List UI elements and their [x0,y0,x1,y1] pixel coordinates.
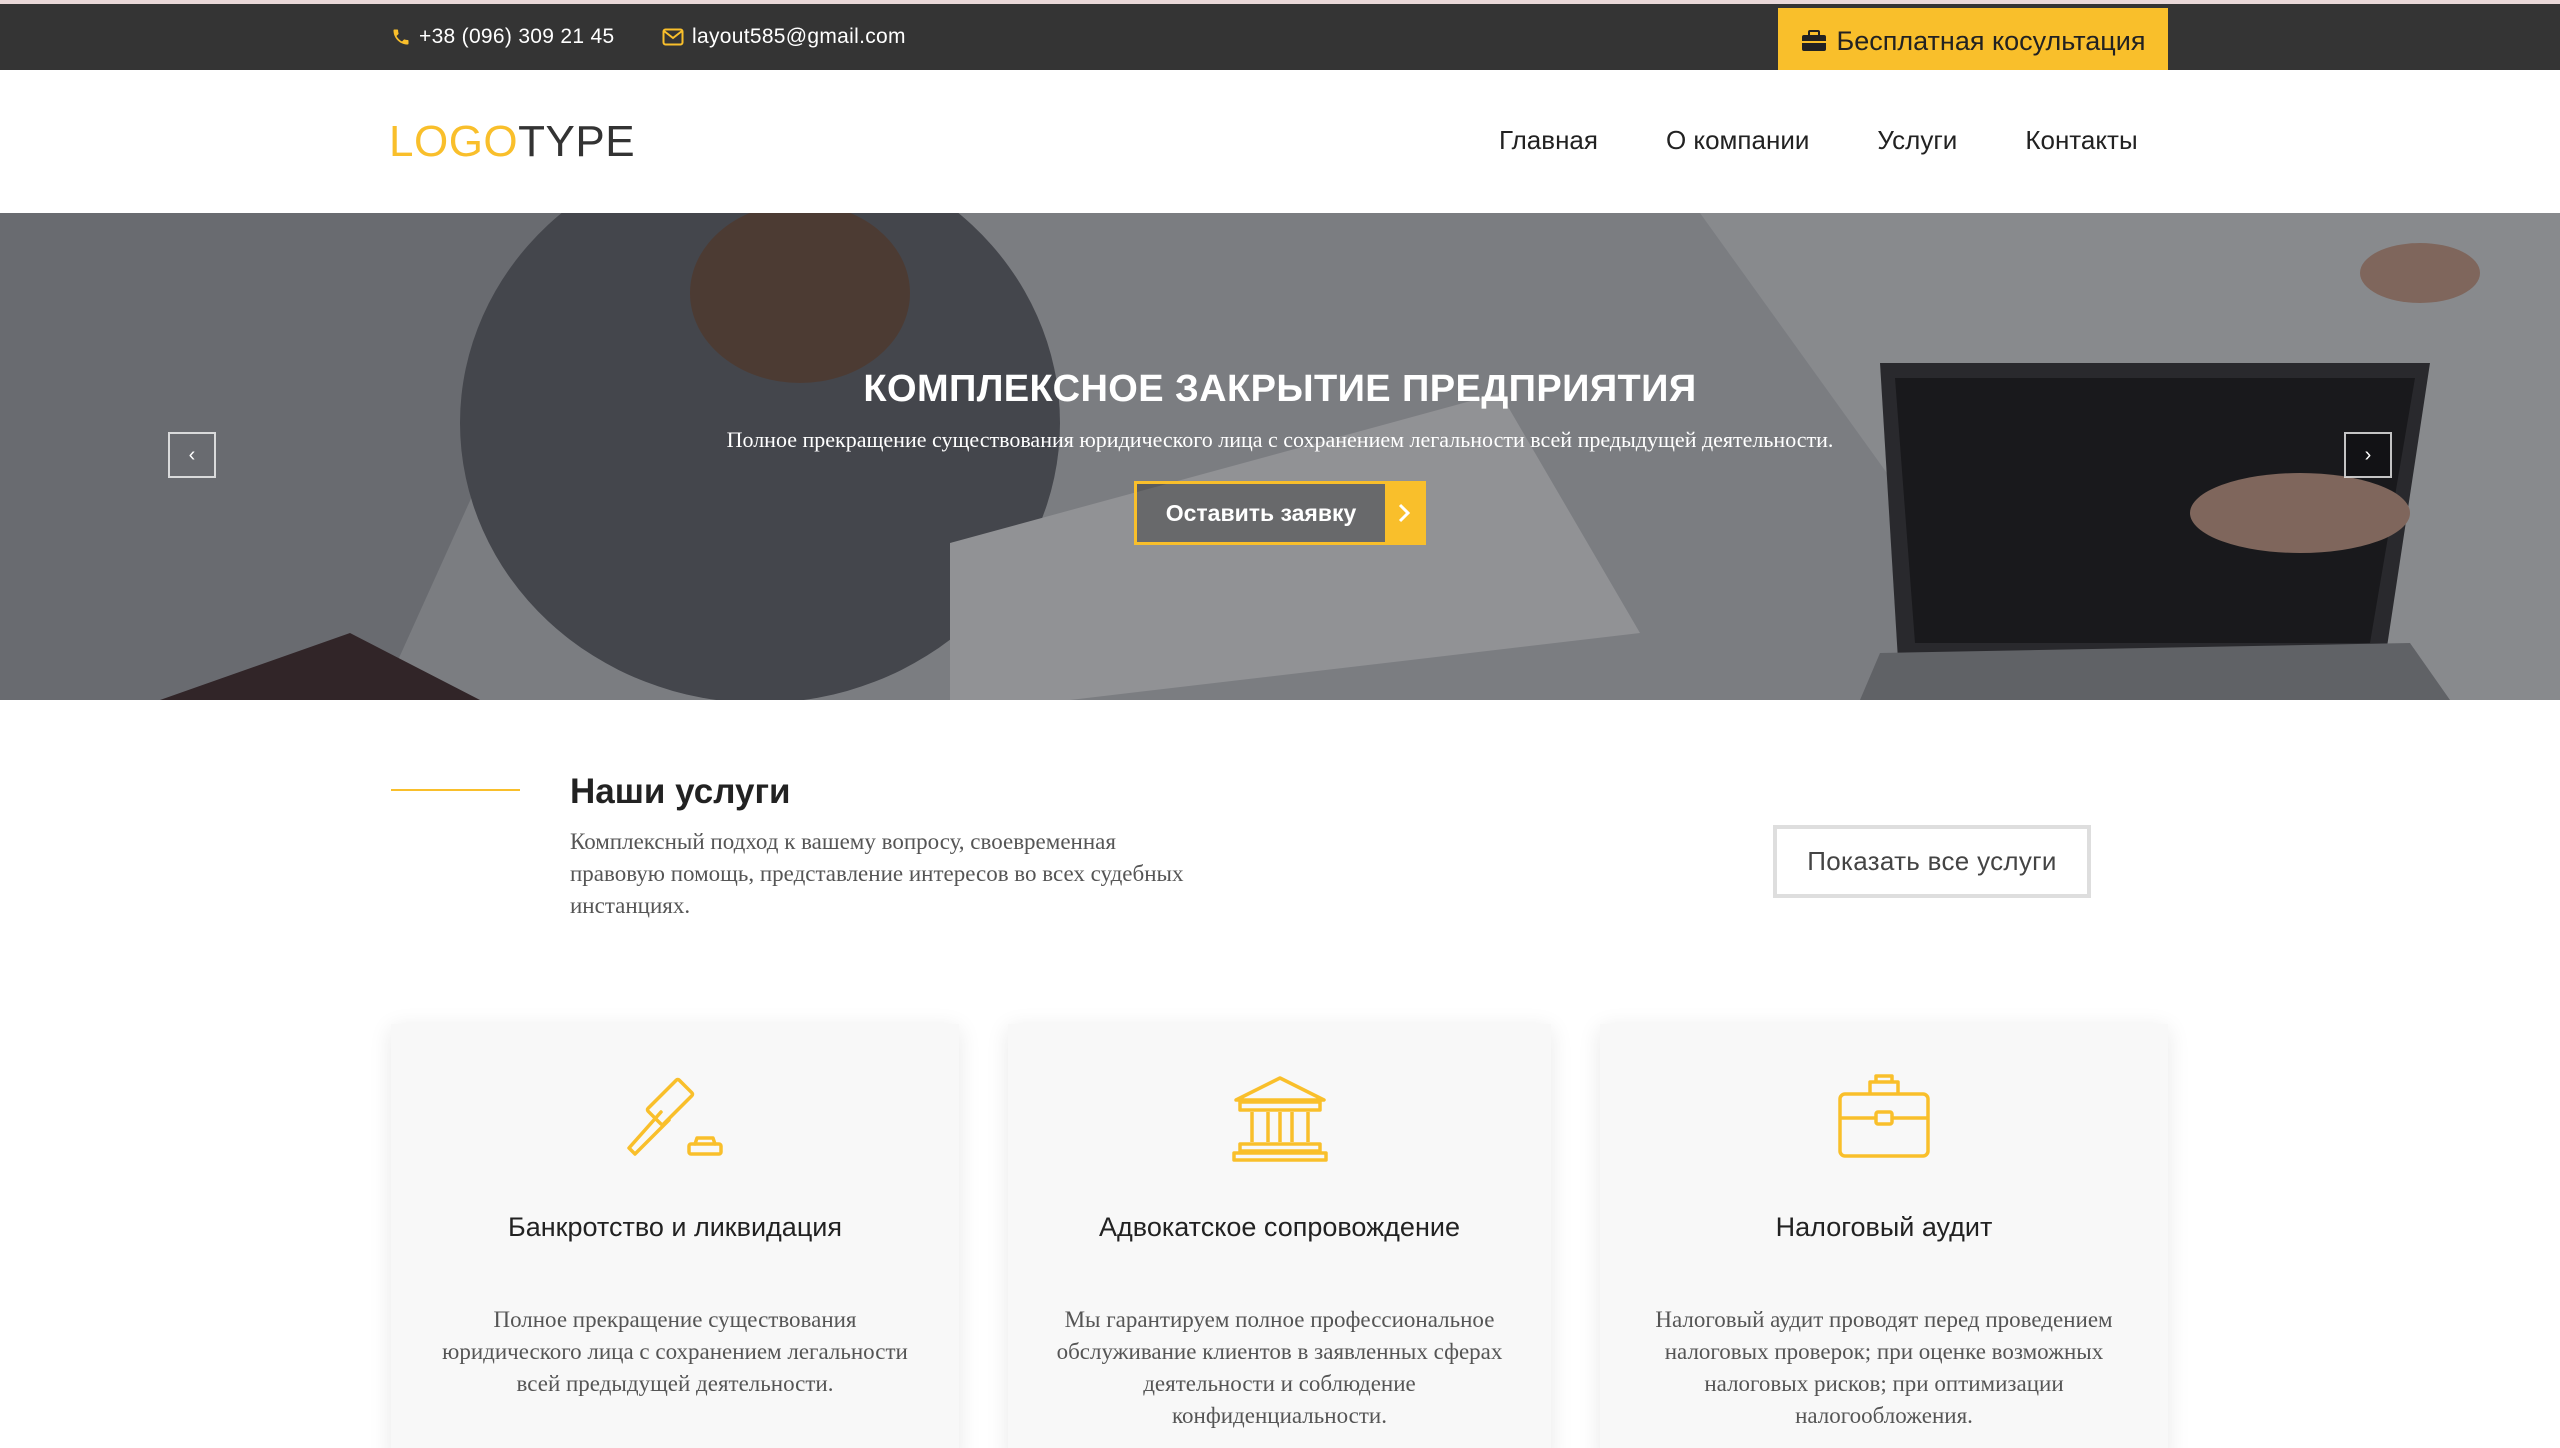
phone-link[interactable]: +38 (096) 309 21 45 [391,4,614,70]
logo-part-type: TYPE [518,117,636,166]
service-card-text: Полное прекращение существования юридиче… [442,1307,908,1396]
envelope-icon [662,28,684,46]
hero-subtitle: Полное прекращение существования юридиче… [726,427,1834,452]
courthouse-icon [1230,1072,1330,1167]
service-card-text: Налоговый аудит проводят перед проведени… [1655,1307,2113,1428]
services-title: Наши услуги [570,772,791,811]
leave-request-button[interactable]: Оставить заявку [1134,481,1426,545]
show-all-services-button[interactable]: Показать все услуги [1773,825,2091,898]
services-description: Комплексный подход к вашему вопросу, сво… [570,829,1184,918]
main-nav: Главная О компании Услуги Контакты [1499,122,2138,158]
hero-title: КОМПЛЕКСНОЕ ЗАКРЫТИЕ ПРЕДПРИЯТИЯ [863,368,1697,410]
phone-icon [393,29,409,45]
hero-slider: ‹ › КОМПЛЕКСНОЕ ЗАКРЫТИЕ ПРЕДПРИЯТИЯ Пол… [0,213,2560,700]
nav-item-about[interactable]: О компании [1666,122,1809,158]
nav-item-contacts[interactable]: Контакты [2025,122,2137,158]
nav-item-home[interactable]: Главная [1499,122,1598,158]
email-link[interactable]: layout585@gmail.com [662,4,906,70]
hero-overlay [0,213,2560,700]
leave-request-label: Оставить заявку [1165,499,1357,526]
service-card-text: Мы гарантируем полное профессиональное о… [1056,1307,1503,1428]
free-consultation-label: Бесплатная косультация [1836,25,2146,56]
email-address: layout585@gmail.com [692,25,906,48]
nav-item-services[interactable]: Услуги [1877,122,1957,158]
chevron-right-icon [1385,484,1423,542]
service-card-tax-audit[interactable]: Налоговый аудит Налоговый аудит проводят… [1600,1024,2168,1448]
gavel-icon [623,1072,727,1165]
top-bar: +38 (096) 309 21 45 layout585@gmail.com … [0,0,2560,74]
service-card-bankruptcy[interactable]: Банкротство и ликвидация Полное прекраще… [391,1024,959,1448]
service-card-title: Банкротство и ликвидация [508,1212,842,1242]
page: +38 (096) 309 21 45 layout585@gmail.com … [0,0,2560,1448]
service-card-title: Адвокатское сопровождение [1099,1212,1460,1242]
service-card-advocacy[interactable]: Адвокатское сопровождение Мы гарантируем… [1008,1024,1551,1448]
briefcase-small-icon [1801,30,1826,51]
logo-part-logo: LOGO [389,117,519,166]
logo[interactable]: LOGOTYPE [389,117,635,167]
phone-number: +38 (096) 309 21 45 [419,25,615,48]
section-accent-line [391,789,520,791]
briefcase-icon [1836,1072,1932,1167]
site-header: LOGOTYPE Главная О компании Услуги Конта… [0,70,2560,213]
service-card-title: Налоговый аудит [1775,1212,1993,1242]
free-consultation-button[interactable]: Бесплатная косультация [1778,8,2168,74]
